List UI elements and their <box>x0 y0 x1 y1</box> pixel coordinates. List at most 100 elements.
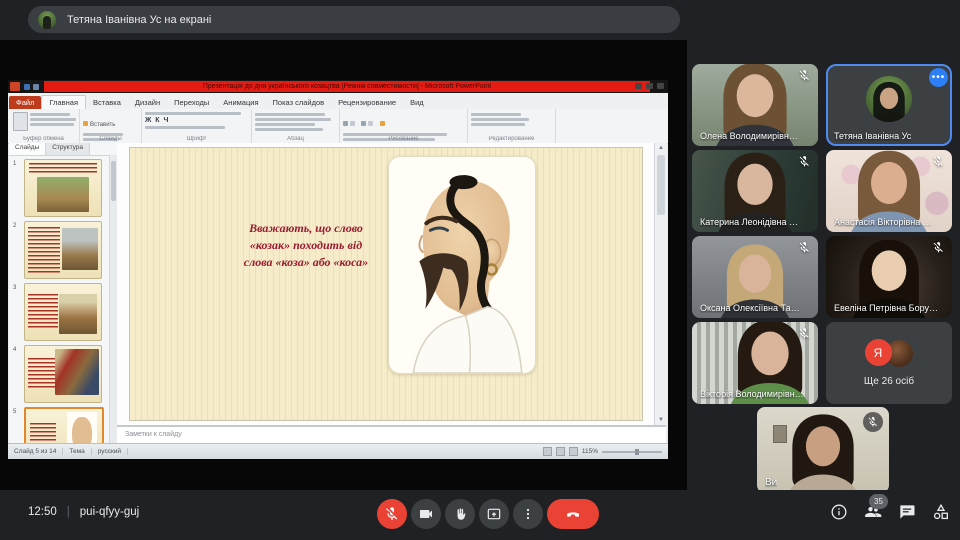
powerpoint-window-title: Презентація до дня українського козацтва… <box>203 83 491 90</box>
raise-hand-button[interactable] <box>445 499 475 529</box>
participant-tile[interactable]: Анастасія Вікторівна … <box>826 150 952 232</box>
activities-button[interactable] <box>930 502 952 524</box>
slide-number: 3 <box>13 285 16 291</box>
slide-thumb-2 <box>24 221 102 279</box>
meeting-panels: 35 <box>828 502 952 524</box>
presenting-banner-text: Тетяна Іванівна Ус на екрані <box>67 14 211 26</box>
tab-slideshow: Показ слайдов <box>266 96 332 109</box>
tab-review: Рецензирование <box>331 96 403 109</box>
mic-off-icon <box>798 69 811 82</box>
zoom-slider <box>602 451 662 453</box>
ribbon-group-slides: Вставить Слайды <box>80 109 142 143</box>
meeting-details-button[interactable] <box>828 502 850 524</box>
slide-thumb-5 <box>24 407 104 443</box>
slide-text: Вважають, що слово «козак» походить від … <box>226 220 386 270</box>
participant-name: Катерина Леонідівна … <box>700 217 798 227</box>
powerpoint-titlebar: Презентація до дня українського козацтва… <box>8 80 668 93</box>
current-slide: Вважають, що слово «козак» походить від … <box>130 148 642 420</box>
status-language: русский <box>92 448 128 455</box>
participant-tile[interactable]: Евеліна Петрівна Бору… <box>826 236 952 318</box>
save-icon <box>24 84 30 90</box>
chat-panel-button[interactable] <box>896 502 918 524</box>
notes-placeholder: Заметки к слайду <box>125 431 182 438</box>
panel-tab-slides: Слайды <box>9 143 46 155</box>
tab-view: Вид <box>403 96 431 109</box>
screen-share-region[interactable]: Презентація до дня українського козацтва… <box>0 40 687 490</box>
end-call-button[interactable] <box>547 499 599 529</box>
participant-name: Евеліна Петрівна Бору… <box>834 303 938 313</box>
tab-animation: Анимация <box>216 96 265 109</box>
tab-insert: Вставка <box>86 96 128 109</box>
mic-off-icon <box>932 155 945 168</box>
bottom-bar: 12:50 | pui-qfyy-guj <box>0 490 960 540</box>
mic-off-icon <box>798 327 811 340</box>
ribbon-group-paragraph: Абзац <box>252 109 340 143</box>
view-sorter-button <box>556 447 565 456</box>
participant-name: Вікторія Володимирівна Ді… <box>700 389 808 399</box>
more-options-button[interactable] <box>513 499 543 529</box>
call-controls <box>377 499 599 529</box>
presenting-banner: Тетяна Іванівна Ус на екрані <box>28 6 680 33</box>
ribbon-tab-row: Файл Главная Вставка Дизайн Переходы Ани… <box>8 93 668 110</box>
paste-icon <box>13 112 28 131</box>
participants-grid: Олена Володимирівн… Тетяна Іванівна Ус •… <box>692 64 952 404</box>
window-controls <box>635 83 664 89</box>
view-slideshow-button <box>569 447 578 456</box>
ribbon-group-drawing: Рисование <box>340 109 468 143</box>
panel-tab-outline: Структура <box>46 143 90 155</box>
participant-tile[interactable]: Олена Володимирівн… <box>692 64 818 146</box>
ribbon-group-clipboard: Буфер обмена <box>8 109 80 143</box>
camera-toggle-button[interactable] <box>411 499 441 529</box>
self-label: Ви <box>765 477 777 488</box>
tile-menu-button[interactable]: ••• <box>929 68 948 87</box>
clock: 12:50 <box>28 506 57 518</box>
participant-tile[interactable]: Тетяна Іванівна Ус ••• <box>826 64 952 146</box>
slide-panel-tabs: Слайды Структура <box>9 143 117 156</box>
mic-off-icon <box>932 241 945 254</box>
participant-count-badge: 35 <box>869 494 888 509</box>
tab-home: Главная <box>41 95 86 109</box>
more-people-avatars: Я <box>865 339 914 368</box>
slide-number: 5 <box>13 409 16 415</box>
participant-tile[interactable]: Вікторія Володимирівна Ді… <box>692 322 818 404</box>
participant-tile[interactable]: Оксана Олексіївна Та… <box>692 236 818 318</box>
slide-panel: Слайды Структура 1 2 3 4 <box>9 143 118 443</box>
mic-toggle-button[interactable] <box>377 499 407 529</box>
present-screen-button[interactable] <box>479 499 509 529</box>
self-view-tile[interactable]: Ви <box>757 407 889 493</box>
undo-icon <box>33 84 39 90</box>
participant-video <box>866 76 912 122</box>
slide-scrollbar: ▲▼ <box>654 143 667 425</box>
mic-off-icon <box>798 155 811 168</box>
participant-name: Тетяна Іванівна Ус <box>834 131 911 141</box>
slide-thumb-1 <box>24 159 102 217</box>
status-theme: Тема <box>63 448 91 455</box>
people-panel-button[interactable]: 35 <box>862 502 884 524</box>
tab-design: Дизайн <box>128 96 167 109</box>
ribbon-group-editing: Редактирование <box>468 109 556 143</box>
cossack-illustration <box>388 156 536 374</box>
self-mic-off-icon <box>863 412 883 432</box>
presenter-avatar <box>38 11 56 29</box>
ribbon: Буфер обмена Вставить Слайды Ж К Ч Шр <box>8 109 668 144</box>
more-people-tile[interactable]: Я Ще 26 осіб <box>826 322 952 404</box>
slide-thumb-4 <box>24 345 102 403</box>
slide-number: 4 <box>13 347 16 353</box>
participant-tile[interactable]: Катерина Леонідівна … <box>692 150 818 232</box>
view-normal-button <box>543 447 552 456</box>
slide-editing-area: Вважають, що слово «козак» походить від … <box>117 143 654 425</box>
tab-transitions: Переходы <box>167 96 216 109</box>
slide-number: 2 <box>13 223 16 229</box>
ribbon-group-font: Ж К Ч Шрифт <box>142 109 252 143</box>
meeting-meta: 12:50 | pui-qfyy-guj <box>28 506 139 518</box>
participant-name: Оксана Олексіївна Та… <box>700 303 800 313</box>
person-silhouette <box>866 80 912 122</box>
panel-scrollbar <box>109 155 117 443</box>
participant-name: Анастасія Вікторівна … <box>834 217 932 227</box>
more-people-label: Ще 26 осіб <box>864 376 914 387</box>
slide-thumb-3 <box>24 283 102 341</box>
tab-file: Файл <box>9 96 41 109</box>
slide-number: 1 <box>13 161 16 167</box>
avatar-letter: Я <box>865 339 892 366</box>
titlebar-highlight: Презентація до дня українського козацтва… <box>44 81 650 92</box>
